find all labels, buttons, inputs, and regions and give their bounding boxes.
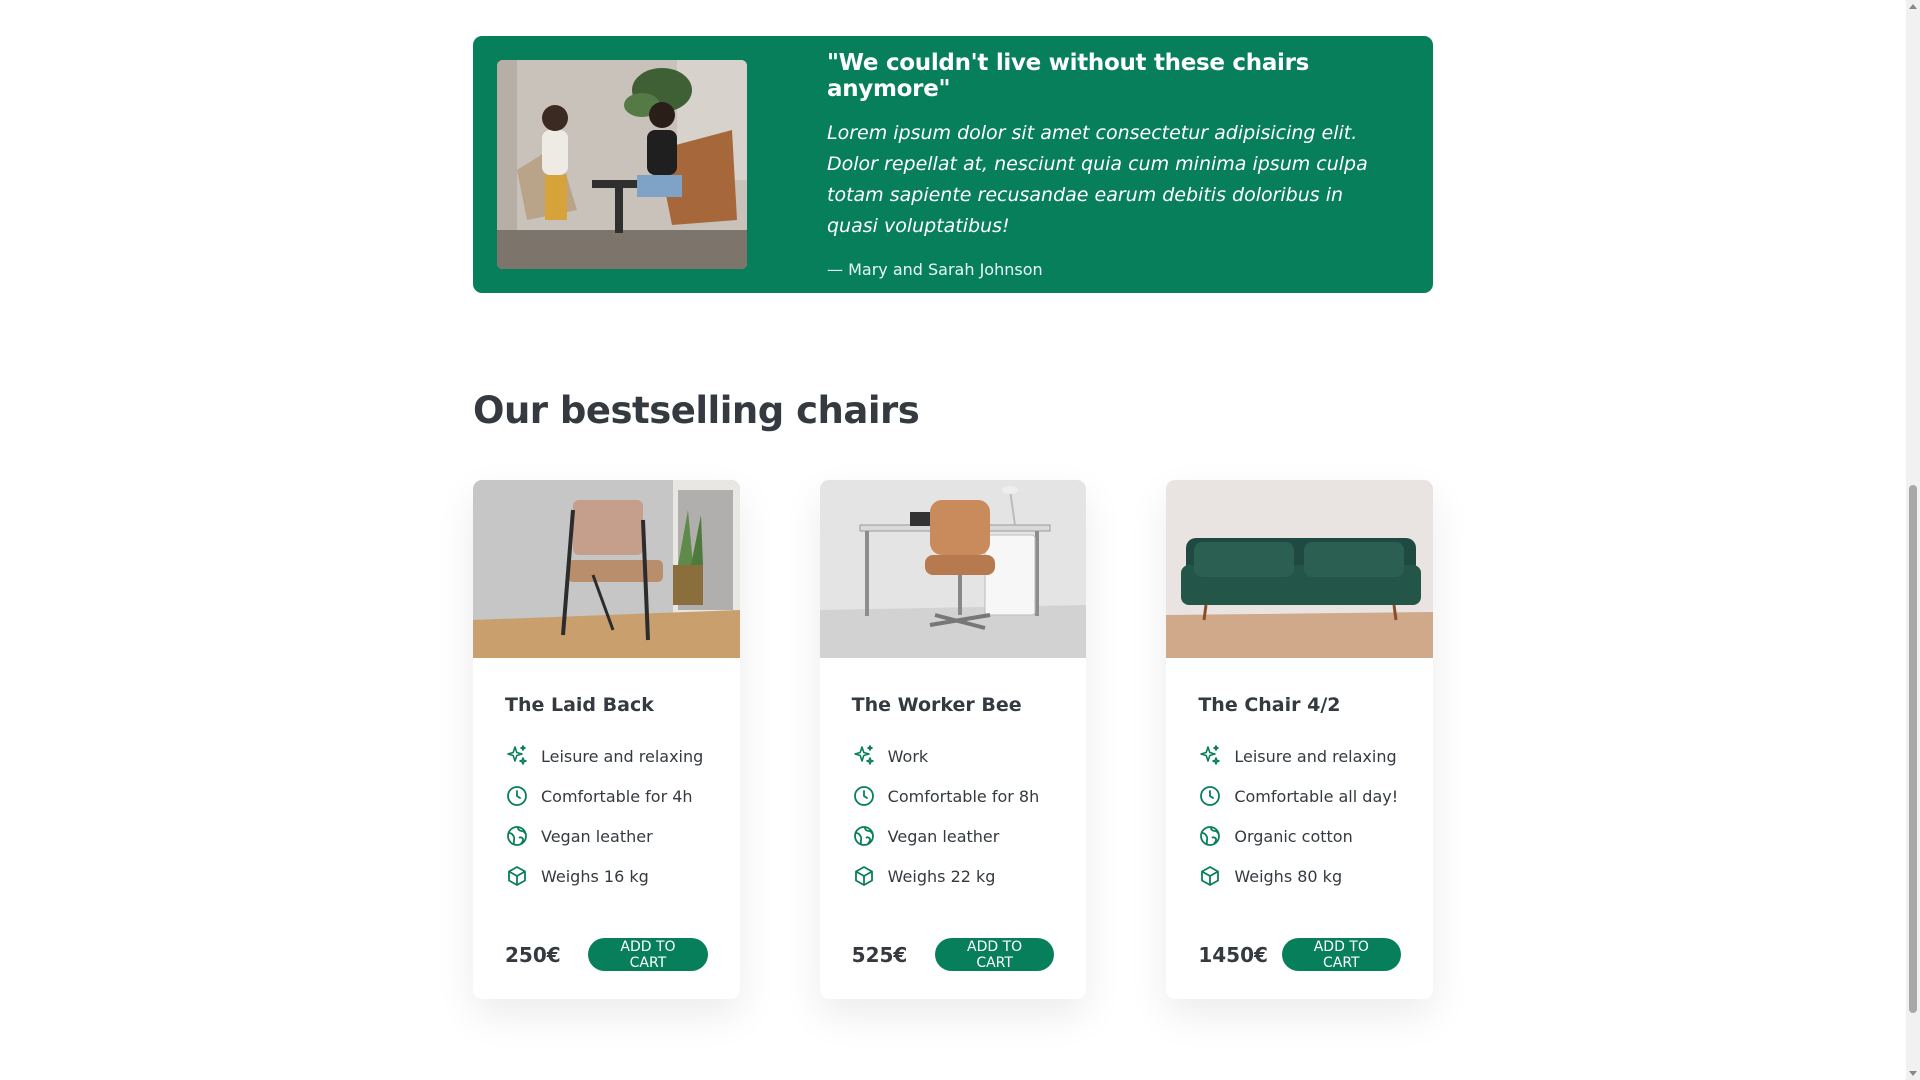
product-price: 250€: [505, 942, 561, 967]
scroll-up-arrow-icon[interactable]: [1909, 4, 1917, 9]
clock-icon: [853, 786, 874, 806]
feature-label: Work: [887, 746, 929, 766]
product-card-chair-4-2: The Chair 4/2 Leisure and relaxing Comfo…: [1166, 480, 1434, 999]
product-card-worker-bee: The Worker Bee Work Comfortable for 8h V…: [819, 480, 1087, 999]
feature-label: Comfortable all day!: [1234, 786, 1399, 806]
scrollbar-thumb[interactable]: [1909, 485, 1917, 1013]
add-to-cart-button[interactable]: ADD TO CART: [934, 938, 1055, 971]
feature-item: Organic cotton: [1198, 816, 1401, 856]
sparkles-icon: [1200, 745, 1221, 765]
product-name: The Worker Bee: [851, 694, 1022, 716]
feature-list: Leisure and relaxing Comfortable for 4h …: [505, 736, 708, 896]
feature-label: Comfortable for 4h: [541, 786, 693, 806]
feature-label: Comfortable for 8h: [887, 786, 1040, 806]
feature-label: Organic cotton: [1234, 826, 1353, 846]
testimonial-photo: [497, 60, 747, 269]
cube-icon: [1201, 866, 1220, 886]
feature-item: Leisure and relaxing: [505, 736, 708, 776]
feature-item: Leisure and relaxing: [1198, 736, 1401, 776]
globe-icon: [507, 826, 527, 846]
product-price: 525€: [851, 942, 908, 967]
feature-label: Weighs 80 kg: [1234, 866, 1343, 886]
feature-list: Leisure and relaxing Comfortable all day…: [1198, 736, 1401, 896]
feature-item: Weighs 80 kg: [1198, 856, 1401, 896]
feature-label: Leisure and relaxing: [541, 746, 704, 766]
testimonial-card: "We couldn't live without these chairs a…: [473, 36, 1433, 293]
testimonial-quote: Lorem ipsum dolor sit amet consectetur a…: [827, 122, 1368, 237]
feature-item: Weighs 16 kg: [505, 856, 708, 896]
feature-item: Comfortable for 4h: [505, 776, 708, 816]
add-to-cart-button[interactable]: ADD TO CART: [1281, 938, 1402, 971]
page-content: "We couldn't live without these chairs a…: [473, 36, 1434, 999]
feature-label: Vegan leather: [887, 826, 1000, 846]
feature-label: Weighs 16 kg: [541, 866, 649, 886]
sparkles-icon: [853, 745, 874, 765]
clock-icon: [1200, 786, 1221, 806]
product-name: The Laid Back: [505, 694, 654, 716]
product-name: The Chair 4/2: [1198, 694, 1341, 716]
feature-item: Vegan leather: [852, 816, 1055, 856]
scroll-down-arrow-icon[interactable]: [1909, 1071, 1917, 1076]
feature-label: Weighs 22 kg: [887, 866, 996, 886]
feature-item: Vegan leather: [505, 816, 708, 856]
testimonial-author: — Mary and Sarah Johnson: [827, 260, 1043, 279]
product-image: [1166, 480, 1434, 658]
feature-label: Vegan leather: [541, 826, 653, 846]
product-image: [819, 480, 1087, 658]
product-price: 1450€: [1198, 942, 1268, 967]
feature-item: Weighs 22 kg: [852, 856, 1055, 896]
clock-icon: [507, 786, 527, 806]
feature-label: Leisure and relaxing: [1234, 746, 1397, 766]
feature-item: Comfortable all day!: [1198, 776, 1401, 816]
product-image: [473, 480, 740, 658]
globe-icon: [853, 826, 874, 846]
sparkles-icon: [507, 745, 527, 765]
section-title: Our bestselling chairs: [473, 389, 920, 432]
add-to-cart-button[interactable]: ADD TO CART: [588, 938, 708, 971]
product-grid: The Laid Back Leisure and relaxing Comfo…: [473, 480, 1434, 999]
product-card-laid-back: The Laid Back Leisure and relaxing Comfo…: [473, 480, 740, 999]
cube-icon: [508, 866, 526, 886]
cube-icon: [854, 866, 873, 886]
testimonial-title: "We couldn't live without these chairs a…: [827, 50, 1310, 102]
feature-item: Comfortable for 8h: [852, 776, 1055, 816]
vertical-scrollbar[interactable]: [1906, 0, 1920, 1080]
feature-list: Work Comfortable for 8h Vegan leather We…: [852, 736, 1055, 896]
feature-item: Work: [852, 736, 1055, 776]
globe-icon: [1200, 826, 1221, 846]
